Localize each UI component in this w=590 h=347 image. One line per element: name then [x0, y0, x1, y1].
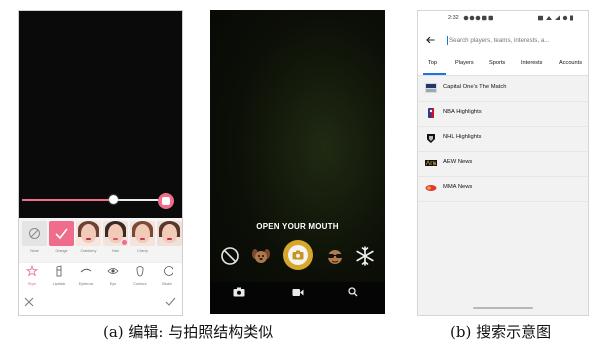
- look-thumbnail: [157, 221, 182, 246]
- home-indicator: [473, 307, 533, 309]
- look-orange[interactable]: Orange: [49, 221, 74, 253]
- tab-accounts[interactable]: Accounts: [559, 60, 582, 66]
- compare-button[interactable]: [158, 193, 174, 209]
- the-match-logo-icon: [425, 83, 437, 93]
- tab-interests[interactable]: Interests: [521, 60, 542, 66]
- notification-icons: [463, 15, 493, 21]
- lipstick-icon: [56, 265, 62, 277]
- eyebrow-icon: [80, 268, 92, 273]
- no-effect-icon: [221, 247, 239, 265]
- back-arrow-icon[interactable]: [426, 36, 435, 44]
- tool-label: Lipstick: [52, 282, 66, 286]
- look-thumbnail: [130, 221, 155, 246]
- text-cursor: [447, 36, 448, 45]
- sunglasses-face-icon: [327, 250, 343, 264]
- tab-top[interactable]: Top: [428, 60, 437, 66]
- look-kiwi[interactable]: Kiwi: [103, 221, 128, 253]
- look-label: Cherry: [137, 249, 148, 253]
- look-cranberry[interactable]: Cranberry: [76, 221, 101, 253]
- result-name: NBA Highlights: [443, 109, 482, 115]
- result-row[interactable]: Capital One's The Match: [418, 76, 588, 102]
- tab-players[interactable]: Players: [455, 60, 474, 66]
- status-bar: 2:32: [418, 11, 588, 25]
- search-tabs: Top Players Sports Interests Accounts: [418, 55, 588, 76]
- nba-logo-icon: [428, 108, 434, 118]
- look-thumbnail: [103, 221, 128, 246]
- camera-icon: [292, 250, 304, 260]
- system-status-icons: [538, 15, 573, 21]
- camera-screen: OPEN YOUR MOUTH: [210, 10, 385, 314]
- status-time: 2:32: [448, 15, 459, 21]
- look-thumbnail: [76, 221, 101, 246]
- nhl-logo-icon: [427, 134, 435, 143]
- blush-icon: [164, 266, 173, 276]
- tool-label: Blush: [162, 282, 172, 286]
- shutter-button[interactable]: [283, 240, 313, 270]
- close-icon[interactable]: [24, 297, 34, 307]
- camera-icon[interactable]: [233, 287, 245, 297]
- video-icon[interactable]: [292, 288, 304, 297]
- caption-search: (b) 搜索示意图: [450, 323, 552, 341]
- confirm-check-icon[interactable]: [165, 297, 176, 307]
- tool-label: Eyebrow: [78, 282, 94, 286]
- look-picker: None Orange Cranberry Kiwi Cherry: [19, 218, 182, 262]
- makeup-tool-bar: Style Lipstick Eyebrow Eye Contour Blush: [19, 262, 182, 291]
- search-input[interactable]: [449, 33, 584, 47]
- tab-sports[interactable]: Sports: [489, 60, 505, 66]
- camera-prompt: OPEN YOUR MOUTH: [256, 222, 339, 231]
- search-icon[interactable]: [348, 287, 358, 297]
- tool-blush[interactable]: Blush: [156, 265, 178, 289]
- snowflake-lens[interactable]: [354, 245, 376, 267]
- search-header: [418, 25, 588, 55]
- tool-contour[interactable]: Contour: [129, 265, 151, 289]
- tool-eye[interactable]: Eye: [102, 265, 124, 289]
- eye-icon: [107, 268, 119, 274]
- result-row[interactable]: AEW News: [418, 151, 588, 177]
- look-extra[interactable]: [157, 221, 182, 251]
- result-name: Capital One's The Match: [443, 84, 507, 90]
- mma-logo-icon: [425, 185, 437, 191]
- puppy-face-icon: [252, 249, 270, 263]
- intensity-slider-fill: [22, 199, 113, 201]
- result-name: MMA News: [443, 184, 473, 190]
- sunglasses-lens[interactable]: [324, 245, 346, 267]
- look-cherry[interactable]: Cherry: [130, 221, 155, 253]
- search-screen: 2:32 Top Players Sports Interests Accoun…: [417, 10, 589, 316]
- result-name: NHL Highlights: [443, 134, 482, 140]
- aew-logo-icon: [425, 160, 437, 167]
- contour-icon: [136, 266, 144, 277]
- tool-eyebrow[interactable]: Eyebrow: [75, 265, 97, 289]
- none-icon: [22, 221, 47, 246]
- style-icon: [26, 265, 38, 277]
- result-row[interactable]: NBA Highlights: [418, 101, 588, 127]
- makeup-editor-screen: None Orange Cranberry Kiwi Cherry Style …: [18, 10, 183, 316]
- photo-canvas: [19, 11, 182, 218]
- result-name: AEW News: [443, 159, 473, 165]
- tool-style[interactable]: Style: [21, 265, 43, 289]
- result-row[interactable]: NHL Highlights: [418, 126, 588, 152]
- tool-lipstick[interactable]: Lipstick: [48, 265, 70, 289]
- no-effect-lens[interactable]: [219, 245, 241, 267]
- puppy-lens[interactable]: [250, 245, 272, 267]
- result-row[interactable]: MMA News: [418, 176, 588, 202]
- look-none[interactable]: None: [22, 221, 47, 253]
- caption-editor: (a) 编辑: 与拍照结构类似: [103, 323, 274, 341]
- intensity-slider-handle[interactable]: [109, 195, 118, 204]
- tool-label: Style: [27, 282, 37, 286]
- editor-action-bar: [19, 290, 182, 315]
- snowflake-icon: [356, 246, 374, 266]
- active-tab-indicator: [423, 73, 446, 75]
- tool-label: Contour: [133, 282, 147, 286]
- selected-check-icon: [49, 221, 74, 246]
- tool-label: Eye: [109, 282, 117, 286]
- camera-nav-bar: [210, 282, 385, 314]
- compare-icon: [162, 197, 170, 205]
